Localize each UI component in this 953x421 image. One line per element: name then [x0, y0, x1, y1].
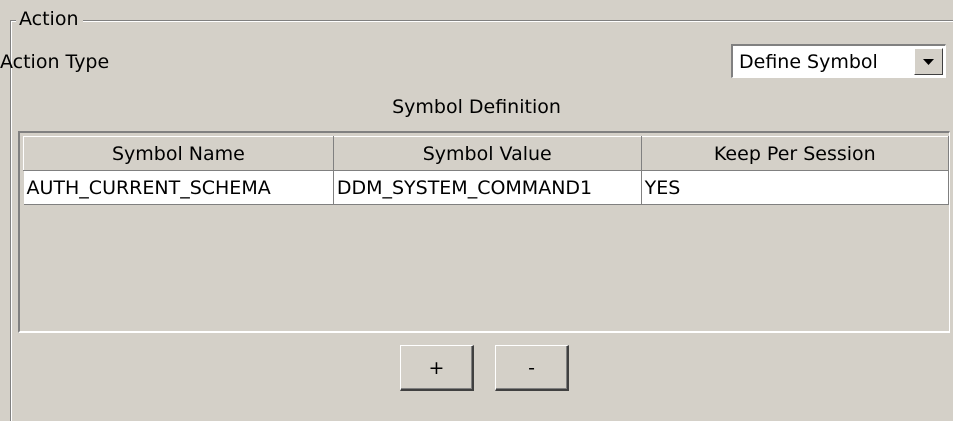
cell-keep-per-session[interactable]: YES: [641, 170, 950, 205]
column-header-symbol-value[interactable]: Symbol Value: [332, 136, 642, 171]
cell-symbol-name[interactable]: AUTH_CURRENT_SCHEMA: [23, 170, 334, 205]
symbol-definition-table: Symbol Name Symbol Value Keep Per Sessio…: [23, 136, 950, 205]
cell-symbol-value[interactable]: DDM_SYSTEM_COMMAND1: [333, 170, 642, 205]
action-group-legend: Action: [16, 7, 83, 31]
symbol-definition-table-panel: Symbol Name Symbol Value Keep Per Sessio…: [18, 131, 950, 333]
table-row[interactable]: AUTH_CURRENT_SCHEMA DDM_SYSTEM_COMMAND1 …: [23, 170, 950, 205]
table-header-row: Symbol Name Symbol Value Keep Per Sessio…: [23, 136, 950, 171]
action-type-label: Action Type: [0, 51, 110, 73]
remove-row-button[interactable]: -: [495, 345, 569, 391]
dropdown-arrow-button[interactable]: [914, 48, 943, 75]
column-header-keep-per-session[interactable]: Keep Per Session: [640, 136, 950, 171]
symbol-definition-title: Symbol Definition: [392, 96, 561, 118]
action-type-selected-value: Define Symbol: [739, 51, 878, 73]
dropdown-arrow-icon: [923, 58, 934, 65]
column-header-symbol-name[interactable]: Symbol Name: [23, 136, 334, 171]
action-type-select[interactable]: Define Symbol: [731, 44, 946, 78]
add-row-button[interactable]: +: [400, 345, 474, 391]
